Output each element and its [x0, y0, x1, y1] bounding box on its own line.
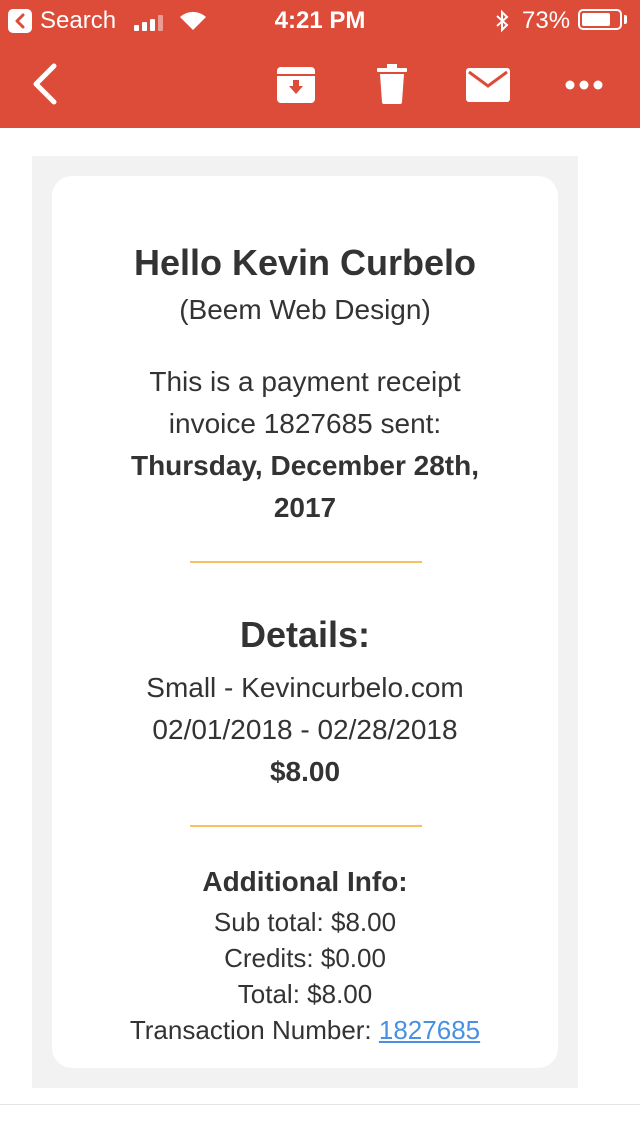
billing-period: 02/01/2018 - 02/28/2018 — [152, 714, 458, 745]
battery-icon — [578, 9, 622, 30]
status-bar: Search 4:21 PM 73% — [0, 0, 640, 40]
bottom-divider — [0, 1104, 640, 1105]
archive-button[interactable] — [276, 66, 316, 104]
item-description: Small - Kevincurbelo.com — [146, 672, 464, 703]
chevron-left-icon — [33, 63, 57, 105]
transaction-number-link[interactable]: 1827685 — [379, 1015, 480, 1045]
company-name: (Beem Web Design) — [179, 294, 431, 325]
subtotal-line: Sub total: $8.00 — [213, 907, 397, 937]
app-header: Search 4:21 PM 73% — [0, 0, 640, 128]
archive-icon — [277, 67, 315, 103]
trash-icon — [377, 64, 407, 104]
mail-icon — [466, 68, 510, 102]
intro-line-2: invoice 1827685 sent: — [168, 408, 442, 439]
intro-line-1: This is a payment receipt — [149, 366, 461, 397]
total-line: Total: $8.00 — [237, 979, 373, 1009]
receipt-card: Hello Kevin Curbelo (Beem Web Design) Th… — [52, 176, 558, 1068]
bluetooth-icon — [496, 9, 509, 33]
details-heading: Details: — [239, 614, 371, 655]
back-button[interactable] — [26, 62, 66, 106]
greeting-heading: Hello Kevin Curbelo — [133, 242, 477, 283]
sent-date-line-1: Thursday, December 28th, — [130, 450, 480, 481]
mark-unread-button[interactable] — [466, 68, 510, 102]
divider — [190, 825, 422, 827]
sent-date-line-2: 2017 — [273, 492, 337, 523]
divider — [190, 561, 422, 563]
item-amount: $8.00 — [269, 756, 341, 787]
additional-info-heading: Additional Info: — [202, 866, 408, 897]
battery-nub — [624, 15, 627, 24]
transaction-line: Transaction Number: 1827685 — [52, 1015, 558, 1046]
credits-line: Credits: $0.00 — [224, 943, 386, 973]
more-options-button[interactable] — [564, 78, 604, 90]
delete-button[interactable] — [377, 64, 407, 104]
transaction-label: Transaction Number: — [129, 1015, 372, 1045]
more-icon — [565, 80, 603, 90]
battery-percent: 73% — [522, 7, 571, 34]
